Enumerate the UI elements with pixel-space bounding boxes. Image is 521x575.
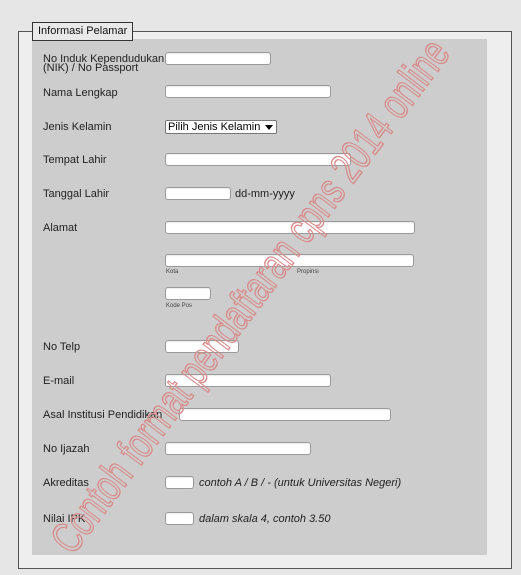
ijazah-input[interactable] [165,442,311,455]
kode-pos-sublabel: Kode Pos [166,303,193,309]
jenis-kelamin-value: Pilih Jenis Kelamin [168,121,261,133]
jenis-kelamin-select[interactable]: Pilih Jenis Kelamin [165,120,277,134]
akreditas-input[interactable] [165,476,194,489]
akreditas-hint: contoh A / B / - (untuk Universitas Nege… [199,477,402,489]
kota-sublabel: Kota [166,269,179,275]
tempat-lahir-input[interactable] [165,153,351,166]
tanggal-lahir-hint: dd-mm-yyyy [235,188,295,200]
ijazah-label: No Ijazah [43,443,90,455]
ipk-label: Nilai IPK [43,513,86,525]
dropdown-arrow-icon [265,125,273,130]
institusi-input[interactable] [179,408,391,421]
tanggal-lahir-input[interactable] [165,187,231,200]
email-label: E-mail [43,375,75,387]
tanggal-lahir-label: Tanggal Lahir [43,188,110,200]
ipk-hint: dalam skala 4, contoh 3.50 [199,513,331,525]
ipk-input[interactable] [165,512,194,525]
institusi-label: Asal Institusi Pendidikan [43,409,163,421]
fieldset-legend: Informasi Pelamar [32,22,134,41]
nik-label-line2: (NIK) / No Passport [43,62,139,74]
akreditas-label: Akreditas [43,477,89,489]
alamat-label: Alamat [43,222,78,234]
tempat-lahir-label: Tempat Lahir [43,154,107,166]
jenis-kelamin-label: Jenis Kelamin [43,121,112,133]
alamat-input[interactable] [165,221,415,234]
telp-label: No Telp [43,341,81,353]
kode-pos-input[interactable] [165,287,211,300]
nik-input[interactable] [165,52,271,65]
kota-propinsi-input[interactable] [165,254,414,267]
propinsi-sublabel: Propinsi [297,269,319,275]
nama-input[interactable] [165,85,331,98]
email-input[interactable] [165,374,331,387]
nama-label: Nama Lengkap [43,87,118,99]
telp-input[interactable] [165,340,239,353]
